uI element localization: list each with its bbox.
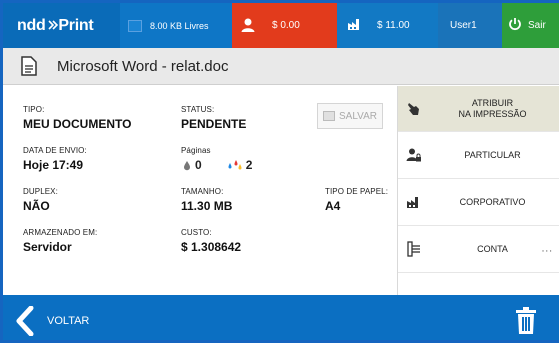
app-frame: ndd Print 8.00 KB Livres $ 0.00 $ 11.00 … xyxy=(0,0,559,343)
actions-panel: ATRIBUIR NA IMPRESSÃO PARTICULAR CORPORA… xyxy=(397,86,559,295)
pages-color: 2 xyxy=(226,158,253,172)
logo-print-mark xyxy=(48,17,59,35)
field-armazenado-value: Servidor xyxy=(23,240,72,254)
factory-icon xyxy=(406,194,422,210)
action-conta-label: CONTA xyxy=(477,243,508,254)
mono-drop-icon xyxy=(184,161,190,171)
field-custo-value: $ 1.308642 xyxy=(181,240,242,254)
field-duplex: DUPLEX: NÃO xyxy=(23,187,58,213)
save-label: SALVAR xyxy=(339,110,377,122)
delete-button[interactable] xyxy=(515,307,537,340)
document-title-bar: Microsoft Word - relat.doc xyxy=(3,48,559,85)
field-data-envio: DATA DE ENVIO: Hoje 17:49 xyxy=(23,146,87,172)
cost-value: $ 11.00 xyxy=(377,20,410,31)
field-tamanho: TAMANHO: 11.30 MB xyxy=(181,187,232,213)
top-bar: ndd Print 8.00 KB Livres $ 0.00 $ 11.00 … xyxy=(3,3,559,48)
field-custo: CUSTO: $ 1.308642 xyxy=(181,228,241,254)
field-duplex-label: DUPLEX: xyxy=(23,187,58,196)
hand-pointer-icon xyxy=(406,101,422,117)
cost-indicator: $ 11.00 xyxy=(337,3,438,48)
factory-icon xyxy=(347,17,363,34)
field-status: STATUS: PENDENTE xyxy=(181,105,246,131)
field-armazenado-label: ARMAZENADO EM: xyxy=(23,228,98,237)
action-corporativo-label: CORPORATIVO xyxy=(459,196,526,207)
credit-value: $ 0.00 xyxy=(272,20,300,31)
field-paginas-label: Páginas xyxy=(181,146,211,155)
storage-text: 8.00 KB Livres xyxy=(150,20,209,31)
field-data-envio-value: Hoje 17:49 xyxy=(23,158,84,172)
field-tipo-value: MEU DOCUMENTO xyxy=(23,117,132,131)
save-button[interactable]: SALVAR xyxy=(317,103,383,129)
field-custo-label: CUSTO: xyxy=(181,228,212,237)
action-conta[interactable]: CONTA ... xyxy=(398,226,559,273)
logo: ndd Print xyxy=(3,3,120,48)
field-tipo-papel: TIPO DE PAPEL: A4 xyxy=(325,187,388,213)
field-status-label: STATUS: xyxy=(181,105,215,114)
field-status-value: PENDENTE xyxy=(181,117,247,131)
action-atribuir-line2: NA IMPRESSÃO xyxy=(458,108,527,119)
logo-text: ndd xyxy=(17,16,46,34)
field-tipo: TIPO: MEU DOCUMENTO xyxy=(23,105,131,131)
field-paginas: Páginas 0 2 xyxy=(181,146,276,172)
list-icon xyxy=(406,241,422,257)
user-name[interactable]: User1 xyxy=(438,3,502,48)
user-lock-icon xyxy=(406,147,422,163)
field-tipo-papel-value: A4 xyxy=(325,199,341,213)
storage-indicator: 8.00 KB Livres xyxy=(120,3,232,48)
field-armazenado: ARMAZENADO EM: Servidor xyxy=(23,228,97,254)
action-atribuir-line1: ATRIBUIR xyxy=(471,98,514,109)
logout-button[interactable]: Sair xyxy=(502,3,559,48)
action-particular[interactable]: PARTICULAR xyxy=(398,132,559,179)
power-icon xyxy=(508,17,522,34)
field-duplex-value: NÃO xyxy=(23,199,50,213)
back-label: VOLTAR xyxy=(47,314,90,327)
color-drops-icon xyxy=(228,160,242,170)
chevron-left-icon xyxy=(16,305,34,336)
more-options-icon[interactable]: ... xyxy=(542,244,553,255)
credit-indicator: $ 0.00 xyxy=(232,3,337,48)
field-tamanho-value: 11.30 MB xyxy=(181,199,233,213)
user-name-text: User1 xyxy=(450,20,477,31)
document-details: TIPO: MEU DOCUMENTO STATUS: PENDENTE SAL… xyxy=(3,86,397,295)
pages-color-count: 2 xyxy=(245,158,253,172)
action-corporativo[interactable]: CORPORATIVO xyxy=(398,179,559,226)
pages-mono: 0 xyxy=(181,158,202,172)
storage-icon xyxy=(128,19,142,32)
save-icon xyxy=(323,111,335,121)
logo-print: Print xyxy=(58,16,94,34)
action-atribuir-impressao[interactable]: ATRIBUIR NA IMPRESSÃO xyxy=(398,86,559,132)
action-particular-label: PARTICULAR xyxy=(464,149,521,160)
field-tipo-label: TIPO: xyxy=(23,105,45,114)
document-title: Microsoft Word - relat.doc xyxy=(57,57,229,75)
back-button[interactable]: VOLTAR xyxy=(15,305,90,336)
field-tamanho-label: TAMANHO: xyxy=(181,187,224,196)
pages-mono-count: 0 xyxy=(195,158,202,172)
field-data-envio-label: DATA DE ENVIO: xyxy=(23,146,87,155)
user-credit-icon xyxy=(240,17,258,35)
document-icon xyxy=(21,56,37,76)
trash-icon xyxy=(516,307,536,334)
logout-label: Sair xyxy=(528,20,546,31)
bottom-bar: VOLTAR xyxy=(3,295,559,340)
field-tipo-papel-label: TIPO DE PAPEL: xyxy=(325,187,389,196)
